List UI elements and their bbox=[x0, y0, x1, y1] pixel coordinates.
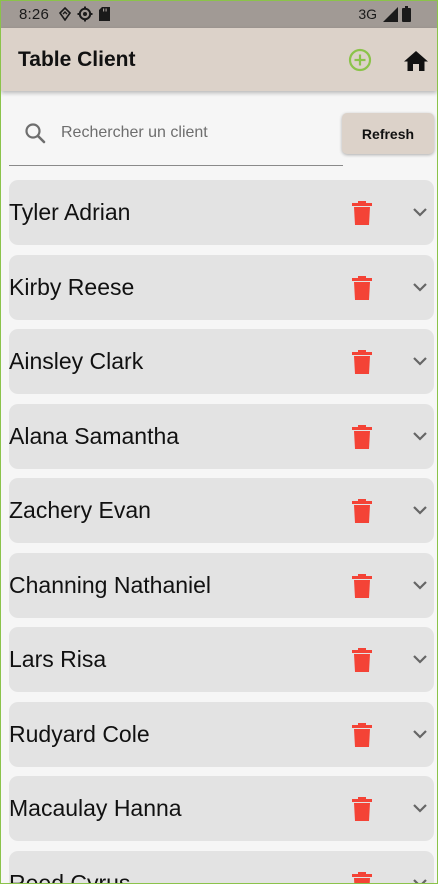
chevron-down-icon[interactable] bbox=[411, 727, 429, 741]
chevron-down-icon[interactable] bbox=[411, 578, 429, 592]
client-name: Kirby Reese bbox=[9, 273, 135, 300]
client-card[interactable]: Reed Cyrus bbox=[9, 850, 434, 884]
app-screen: 8:26 3G Table Client Rechercher un clien… bbox=[0, 0, 438, 884]
client-name: Channing Nathaniel bbox=[9, 571, 212, 598]
client-card[interactable]: Zachery Evan bbox=[9, 478, 434, 543]
delete-icon[interactable] bbox=[352, 350, 372, 374]
chevron-down-icon[interactable] bbox=[411, 652, 429, 666]
home-icon[interactable] bbox=[403, 49, 429, 73]
add-circle-icon[interactable] bbox=[347, 47, 373, 73]
search-row: Refresh bbox=[1, 91, 437, 169]
client-card[interactable]: Rudyard Cole bbox=[9, 701, 434, 767]
chevron-down-icon[interactable] bbox=[411, 876, 429, 884]
network-type: 3G bbox=[358, 6, 377, 22]
chevron-down-icon[interactable] bbox=[411, 503, 429, 517]
signal-icon bbox=[383, 6, 398, 22]
delete-icon[interactable] bbox=[352, 201, 372, 225]
delete-icon[interactable] bbox=[352, 499, 372, 523]
refresh-button[interactable]: Refresh bbox=[342, 113, 434, 154]
chevron-down-icon[interactable] bbox=[411, 801, 429, 815]
client-card[interactable]: Lars Risa bbox=[9, 627, 434, 692]
client-name: Ainsley Clark bbox=[9, 348, 144, 374]
chevron-down-icon[interactable] bbox=[411, 429, 429, 443]
delete-icon[interactable] bbox=[352, 424, 372, 449]
chevron-down-icon[interactable] bbox=[411, 280, 429, 294]
search-input[interactable] bbox=[61, 119, 331, 147]
delete-icon[interactable] bbox=[352, 275, 372, 300]
client-name: Reed Cyrus bbox=[9, 869, 131, 884]
delete-icon[interactable] bbox=[352, 871, 372, 884]
page-title: Table Client bbox=[18, 48, 136, 71]
client-name: Rudyard Cole bbox=[9, 720, 150, 747]
delete-icon[interactable] bbox=[352, 722, 372, 747]
settings-gear-icon bbox=[77, 6, 93, 22]
chevron-down-icon[interactable] bbox=[411, 354, 429, 368]
search-icon bbox=[25, 123, 46, 144]
client-card[interactable]: Macaulay Hanna bbox=[9, 776, 434, 841]
client-name: Tyler Adrian bbox=[9, 199, 131, 225]
chevron-down-icon[interactable] bbox=[411, 205, 429, 219]
battery-icon bbox=[402, 6, 411, 22]
status-bar: 8:26 3G bbox=[1, 1, 437, 28]
client-name: Lars Risa bbox=[9, 646, 107, 672]
sd-card-icon bbox=[99, 7, 110, 21]
status-icons-right: 3G bbox=[358, 5, 411, 23]
status-icons-left bbox=[59, 5, 110, 23]
client-card[interactable]: Channing Nathaniel bbox=[9, 552, 434, 618]
client-name: Macaulay Hanna bbox=[9, 795, 182, 821]
location-icon bbox=[59, 7, 71, 21]
search-field[interactable] bbox=[9, 109, 343, 166]
client-name: Zachery Evan bbox=[9, 497, 151, 523]
app-bar: Table Client bbox=[1, 28, 437, 91]
client-name: Alana Samantha bbox=[9, 422, 180, 449]
client-list: Tyler Adrian Kirby Reese Ainsley Clark A… bbox=[9, 180, 434, 884]
delete-icon[interactable] bbox=[352, 797, 372, 821]
client-card[interactable]: Tyler Adrian bbox=[9, 180, 434, 245]
delete-icon[interactable] bbox=[352, 573, 372, 598]
client-card[interactable]: Alana Samantha bbox=[9, 403, 434, 469]
delete-icon[interactable] bbox=[352, 648, 372, 672]
client-card[interactable]: Ainsley Clark bbox=[9, 329, 434, 394]
status-time: 8:26 bbox=[19, 6, 49, 23]
client-card[interactable]: Kirby Reese bbox=[9, 254, 434, 320]
